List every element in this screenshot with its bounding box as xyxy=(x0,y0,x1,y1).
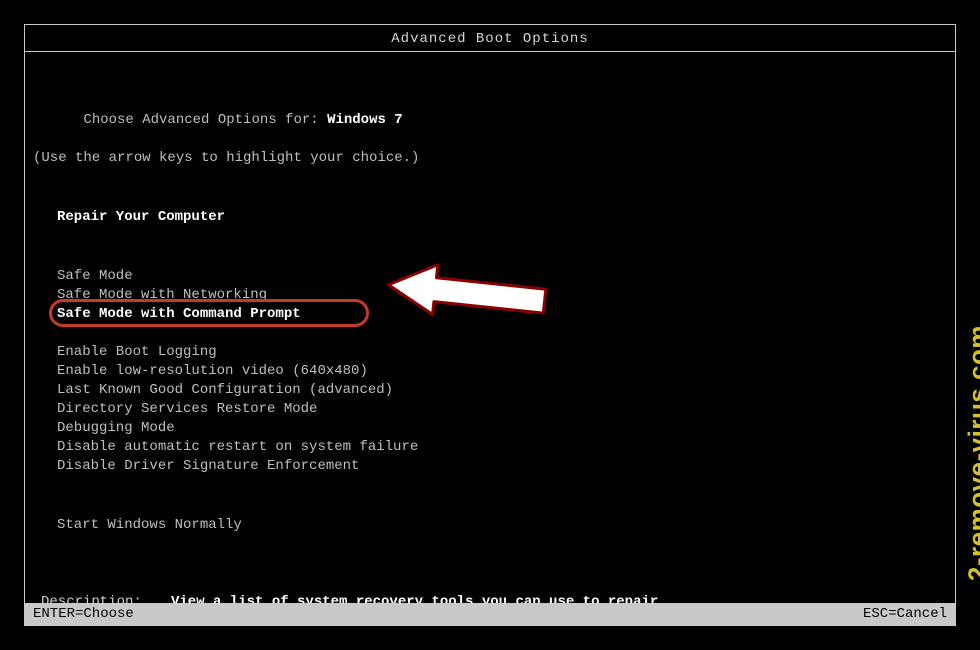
menu-safe-mode-command-prompt[interactable]: Safe Mode with Command Prompt xyxy=(33,305,947,324)
boot-options-window: Advanced Boot Options Choose Advanced Op… xyxy=(24,24,956,626)
intro-hint: (Use the arrow keys to highlight your ch… xyxy=(33,149,947,168)
menu-safe-mode-networking[interactable]: Safe Mode with Networking xyxy=(33,286,947,305)
footer-esc: ESC=Cancel xyxy=(863,606,947,622)
menu-start-windows-normally[interactable]: Start Windows Normally xyxy=(33,516,947,535)
menu-enable-boot-logging[interactable]: Enable Boot Logging xyxy=(33,343,947,362)
menu-repair-your-computer[interactable]: Repair Your Computer xyxy=(33,208,947,227)
menu-last-known-good[interactable]: Last Known Good Configuration (advanced) xyxy=(33,381,947,400)
footer-bar: ENTER=Choose ESC=Cancel xyxy=(25,603,955,625)
footer-enter: ENTER=Choose xyxy=(33,606,134,622)
menu-disable-driver-sig[interactable]: Disable Driver Signature Enforcement xyxy=(33,457,947,476)
menu-debugging-mode[interactable]: Debugging Mode xyxy=(33,419,947,438)
intro-os: Windows 7 xyxy=(327,112,403,128)
menu-directory-services-restore[interactable]: Directory Services Restore Mode xyxy=(33,400,947,419)
intro-prefix: Choose Advanced Options for: xyxy=(83,112,327,128)
window-title: Advanced Boot Options xyxy=(25,25,955,52)
watermark-text: 2-remove-virus.com xyxy=(963,325,980,581)
menu-safe-mode[interactable]: Safe Mode xyxy=(33,267,947,286)
menu-low-res-video[interactable]: Enable low-resolution video (640x480) xyxy=(33,362,947,381)
intro-line: Choose Advanced Options for: Windows 7 xyxy=(33,92,947,149)
body-area: Choose Advanced Options for: Windows 7 (… xyxy=(25,52,955,626)
menu-disable-auto-restart[interactable]: Disable automatic restart on system fail… xyxy=(33,438,947,457)
